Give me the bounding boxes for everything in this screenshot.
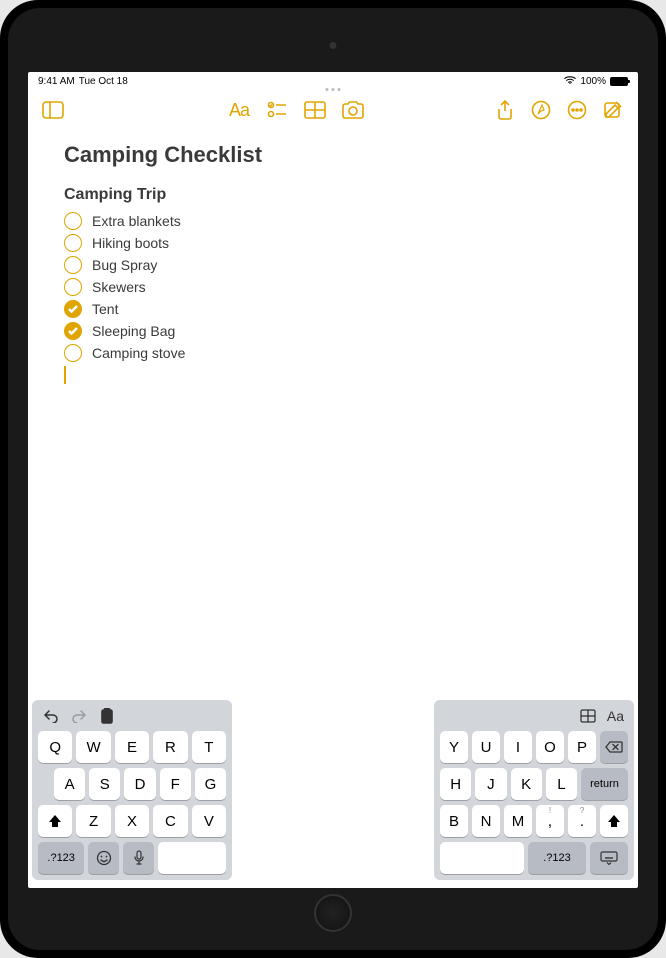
redo-icon[interactable] <box>70 707 88 725</box>
text-cursor <box>64 366 66 384</box>
checklist-item-label: Bug Spray <box>92 257 157 273</box>
status-time: 9:41 AM <box>38 76 75 87</box>
camera-icon[interactable] <box>336 93 370 127</box>
checklist-item-label: Skewers <box>92 279 146 295</box>
note-heading[interactable]: Camping Trip <box>64 186 602 204</box>
ipad-frame: 9:41 AM Tue Oct 18 100% <box>0 0 666 958</box>
numbers-key[interactable]: .?123 <box>38 842 84 874</box>
checklist-item[interactable]: Tent <box>64 298 602 320</box>
wifi-icon <box>564 75 576 88</box>
key-j[interactable]: J <box>475 768 506 800</box>
checkbox-checked-icon[interactable] <box>64 300 82 318</box>
checkbox-unchecked-icon[interactable] <box>64 344 82 362</box>
checkbox-unchecked-icon[interactable] <box>64 278 82 296</box>
backspace-key[interactable] <box>600 731 628 763</box>
notes-toolbar: Aa <box>28 90 638 130</box>
emoji-key[interactable] <box>88 842 119 874</box>
key-b[interactable]: B <box>440 805 468 837</box>
table-shortcut-icon[interactable] <box>579 707 597 725</box>
checklist-item-label: Sleeping Bag <box>92 323 175 339</box>
numbers-key-right[interactable]: .?123 <box>528 842 585 874</box>
key-h[interactable]: H <box>440 768 471 800</box>
key-comma[interactable]: ,! <box>536 805 564 837</box>
key-l[interactable]: L <box>546 768 577 800</box>
key-c[interactable]: C <box>153 805 187 837</box>
checklist-item[interactable]: Sleeping Bag <box>64 320 602 342</box>
front-camera <box>330 42 337 49</box>
battery-percent: 100% <box>580 76 606 87</box>
key-m[interactable]: M <box>504 805 532 837</box>
space-key[interactable] <box>158 842 226 874</box>
key-d[interactable]: D <box>124 768 155 800</box>
key-u[interactable]: U <box>472 731 500 763</box>
checkbox-unchecked-icon[interactable] <box>64 212 82 230</box>
key-o[interactable]: O <box>536 731 564 763</box>
checklist-item[interactable]: Skewers <box>64 276 602 298</box>
undo-icon[interactable] <box>42 707 60 725</box>
ipad-bezel: 9:41 AM Tue Oct 18 100% <box>8 8 658 950</box>
key-f[interactable]: F <box>160 768 191 800</box>
checklist: Extra blankets Hiking boots Bug Spray Skewe… <box>64 210 602 364</box>
status-date: Tue Oct 18 <box>79 76 128 87</box>
key-z[interactable]: Z <box>76 805 110 837</box>
checklist-item-label: Extra blankets <box>92 213 181 229</box>
key-q[interactable]: Q <box>38 731 72 763</box>
dictation-key[interactable] <box>123 842 154 874</box>
key-w[interactable]: W <box>76 731 110 763</box>
checklist-item[interactable]: Bug Spray <box>64 254 602 276</box>
note-title[interactable]: Camping Checklist <box>64 142 602 168</box>
key-s[interactable]: S <box>89 768 120 800</box>
key-period[interactable]: .? <box>568 805 596 837</box>
checklist-item[interactable]: Hiking boots <box>64 232 602 254</box>
keyboard-right-half: Aa YUIOP HJKLreturn BNM,!.? .?123 <box>434 700 634 880</box>
share-icon[interactable] <box>488 93 522 127</box>
multitask-dots[interactable] <box>326 88 341 91</box>
more-icon[interactable] <box>560 93 594 127</box>
sidebar-toggle-icon[interactable] <box>36 93 70 127</box>
text-format-shortcut[interactable]: Aa <box>607 707 624 725</box>
checklist-item-label: Tent <box>92 301 118 317</box>
keyboard-left-half: QWERT ASDFG ZXCV .?123 <box>32 700 232 880</box>
compose-icon[interactable] <box>596 93 630 127</box>
key-r[interactable]: R <box>153 731 187 763</box>
checklist-item[interactable]: Extra blankets <box>64 210 602 232</box>
shift-key-right[interactable] <box>600 805 628 837</box>
checklist-item-label: Camping stove <box>92 345 185 361</box>
key-p[interactable]: P <box>568 731 596 763</box>
key-x[interactable]: X <box>115 805 149 837</box>
key-k[interactable]: K <box>511 768 542 800</box>
key-y[interactable]: Y <box>440 731 468 763</box>
key-t[interactable]: T <box>192 731 226 763</box>
table-icon[interactable] <box>298 93 332 127</box>
checkbox-unchecked-icon[interactable] <box>64 234 82 252</box>
checkbox-checked-icon[interactable] <box>64 322 82 340</box>
return-key[interactable]: return <box>581 768 628 800</box>
hide-keyboard-key[interactable] <box>590 842 628 874</box>
markup-icon[interactable] <box>524 93 558 127</box>
space-key-right[interactable] <box>440 842 524 874</box>
key-g[interactable]: G <box>195 768 226 800</box>
checklist-icon[interactable] <box>260 93 294 127</box>
checklist-item[interactable]: Camping stove <box>64 342 602 364</box>
text-format-icon[interactable]: Aa <box>222 93 256 127</box>
key-e[interactable]: E <box>115 731 149 763</box>
screen: 9:41 AM Tue Oct 18 100% <box>28 72 638 888</box>
battery-icon <box>610 77 628 86</box>
checkbox-unchecked-icon[interactable] <box>64 256 82 274</box>
home-button[interactable] <box>314 894 352 932</box>
shift-key[interactable] <box>38 805 72 837</box>
checklist-item-label: Hiking boots <box>92 235 169 251</box>
status-bar: 9:41 AM Tue Oct 18 100% <box>28 72 638 90</box>
key-i[interactable]: I <box>504 731 532 763</box>
key-n[interactable]: N <box>472 805 500 837</box>
key-a[interactable]: A <box>54 768 85 800</box>
key-v[interactable]: V <box>192 805 226 837</box>
clipboard-icon[interactable] <box>98 707 116 725</box>
